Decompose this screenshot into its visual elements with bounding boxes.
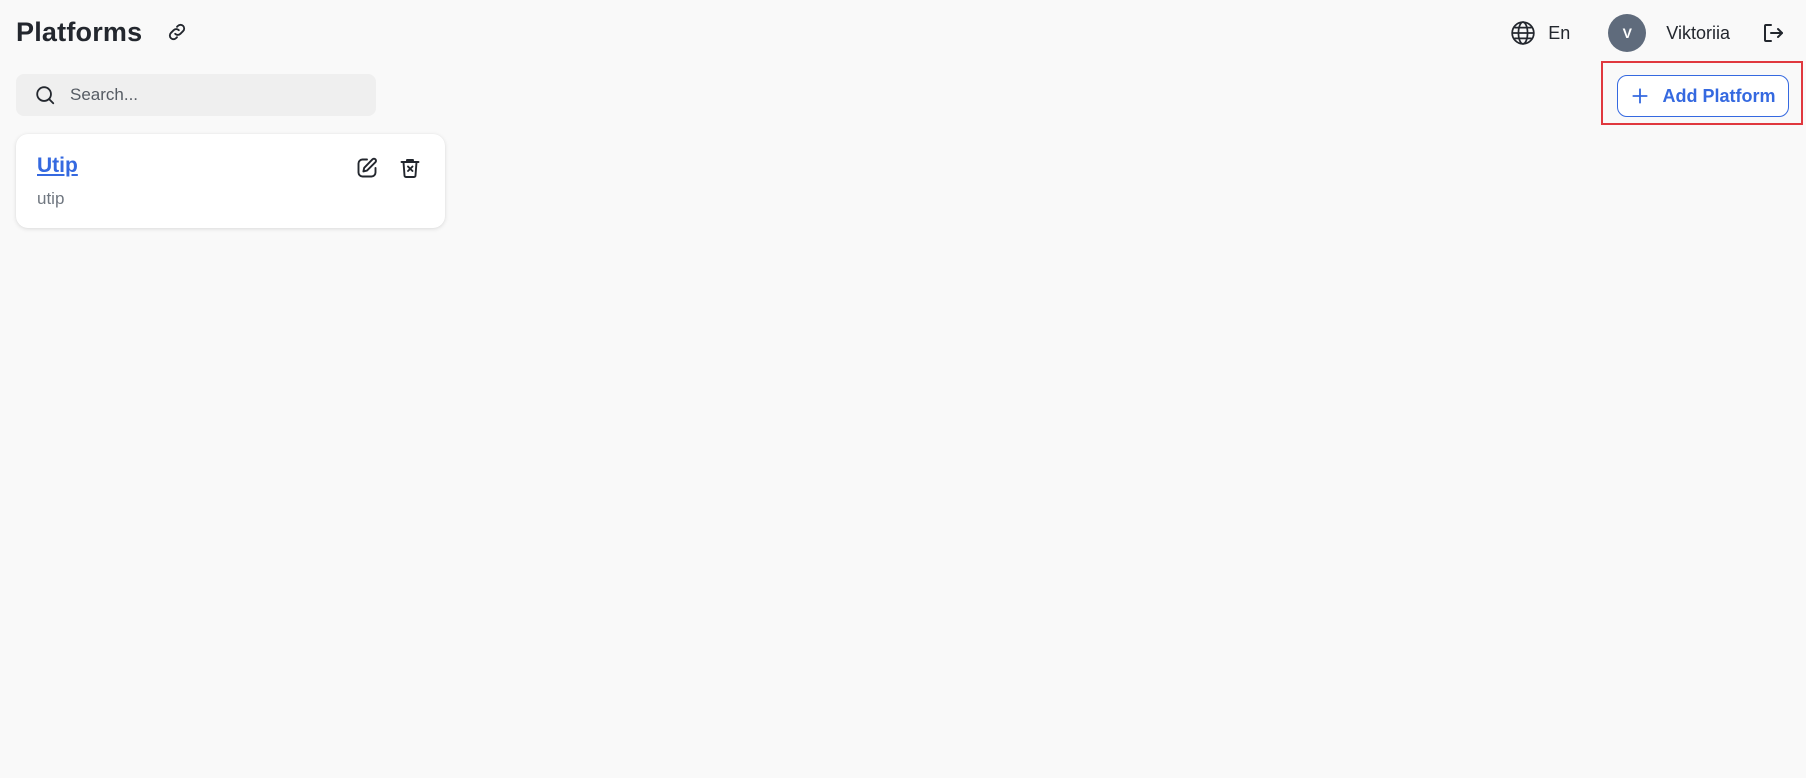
plus-icon <box>1632 88 1649 104</box>
search-box <box>16 74 376 116</box>
platforms-page: Platforms En V Viktoriia Search... Add P… <box>0 0 1806 778</box>
link-icon[interactable] <box>164 19 190 45</box>
user-menu[interactable]: V Viktoriia <box>1608 14 1730 52</box>
language-switcher[interactable]: En <box>1510 20 1570 46</box>
top-header: Platforms En V Viktoriia <box>0 0 1806 66</box>
search-icon <box>36 86 55 105</box>
edit-icon[interactable] <box>354 155 380 181</box>
page-title: Platforms <box>16 17 143 47</box>
card-actions <box>354 155 423 181</box>
globe-icon <box>1511 21 1535 45</box>
title-area: Platforms <box>16 14 190 50</box>
header-controls: En V Viktoriia <box>1510 13 1786 53</box>
trash-icon[interactable] <box>397 155 423 181</box>
add-platform-button[interactable]: Add Platform <box>1617 75 1789 117</box>
search-input[interactable] <box>68 76 352 114</box>
platform-name-link[interactable]: Utip <box>37 154 78 178</box>
platform-slug: utip <box>37 189 65 208</box>
add-platform-label: Add Platform <box>1662 85 1776 106</box>
logout-icon[interactable] <box>1760 20 1786 46</box>
user-name: Viktoriia <box>1666 22 1730 43</box>
avatar: V <box>1608 14 1647 52</box>
platform-card: Utip utip <box>16 134 445 228</box>
language-label: En <box>1548 22 1571 43</box>
